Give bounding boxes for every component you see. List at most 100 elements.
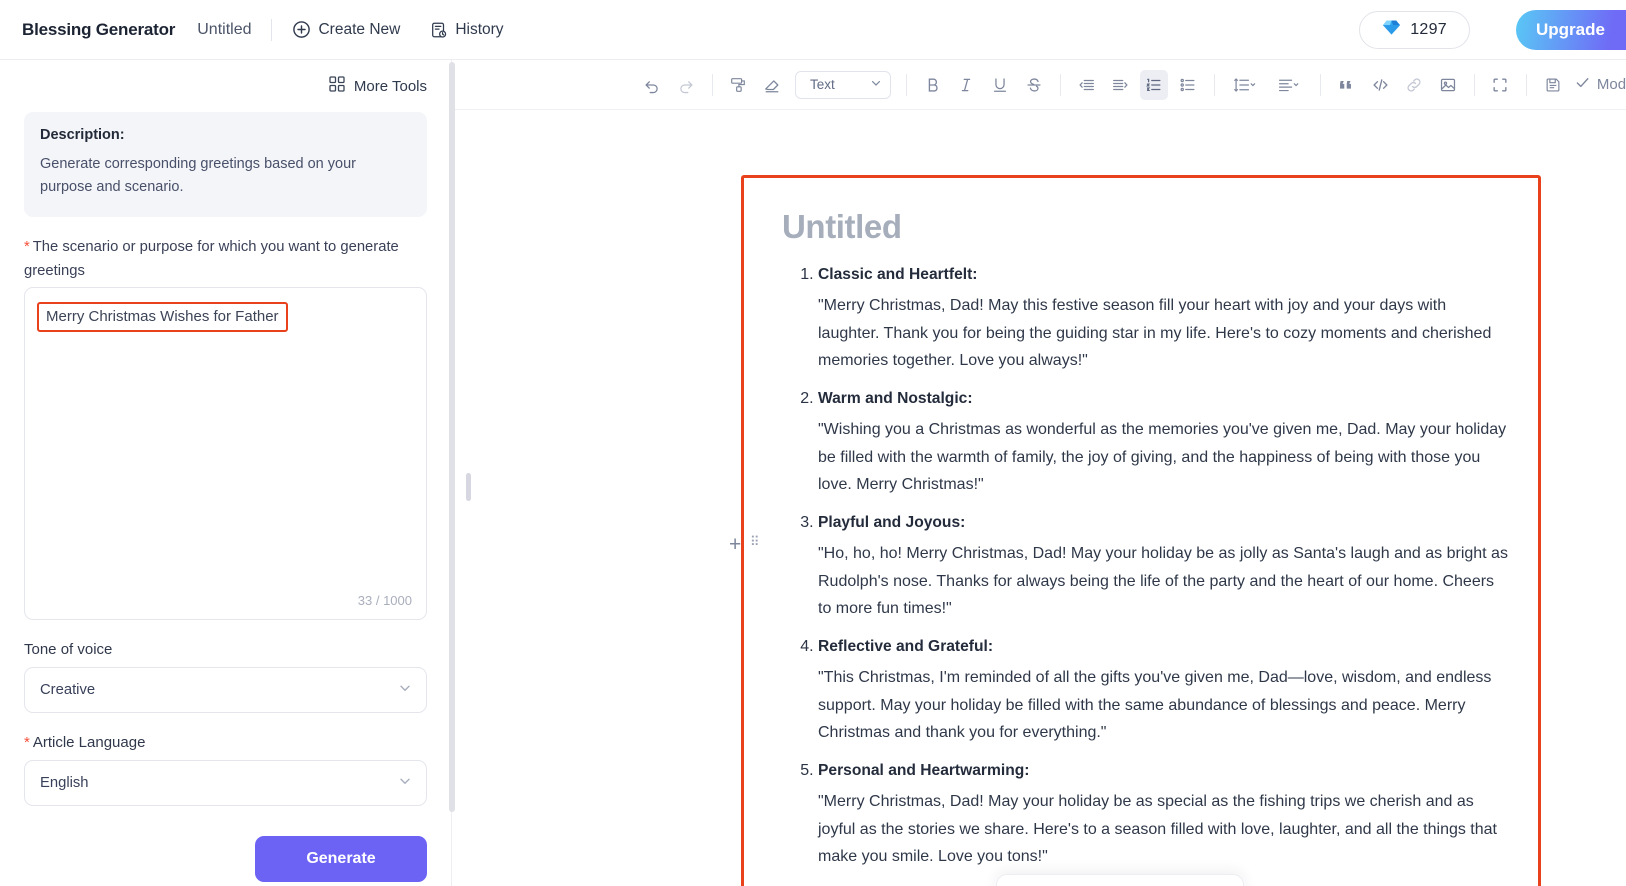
divider	[271, 18, 273, 41]
top-bar-right: 1297 Upgrade	[1359, 0, 1626, 60]
list-item-heading: Personal and Heartwarming:	[818, 761, 1030, 779]
description-box: Description: Generate corresponding gree…	[24, 112, 427, 217]
scenario-label-text: The scenario or purpose for which you wa…	[24, 238, 399, 279]
more-tools-button[interactable]: More Tools	[24, 60, 427, 112]
document-title[interactable]: Untitled	[782, 208, 1508, 246]
list-item-heading: Classic and Heartfelt:	[818, 266, 978, 283]
history-button[interactable]: History	[430, 20, 504, 39]
create-new-button[interactable]: Create New	[292, 20, 400, 39]
scenario-textarea-value[interactable]: Merry Christmas Wishes for Father	[37, 302, 288, 333]
language-select[interactable]: English	[24, 760, 427, 807]
eraser-icon[interactable]	[758, 70, 786, 100]
list-item-body: "This Christmas, I'm reminded of all the…	[818, 669, 1492, 742]
scenario-textarea[interactable]: Merry Christmas Wishes for Father 33 / 1…	[24, 287, 427, 621]
left-form-panel: More Tools Description: Generate corresp…	[0, 60, 452, 886]
list-item-body: "Merry Christmas, Dad! May this festive …	[818, 297, 1492, 370]
history-label: History	[455, 20, 504, 38]
app-title: Blessing Generator	[22, 19, 176, 39]
upgrade-button[interactable]: Upgrade	[1516, 10, 1626, 50]
editor-area: Text Mod + ⠿ Untitled 1. Classic and Hea…	[453, 60, 1626, 886]
list-item-body: "Merry Christmas, Dad! May your holiday …	[818, 793, 1497, 866]
bullet-list-icon[interactable]	[1174, 70, 1202, 100]
line-height-icon[interactable]	[1227, 70, 1265, 100]
format-paint-icon[interactable]	[724, 70, 752, 100]
list-item-heading: Playful and Joyous:	[818, 513, 966, 531]
document-name[interactable]: Untitled	[197, 21, 251, 39]
language-select-value: English	[40, 775, 89, 792]
editor-toolbar: Text Mod	[453, 60, 1626, 110]
check-icon	[1574, 74, 1591, 95]
chevron-down-icon	[398, 681, 412, 700]
code-icon[interactable]	[1366, 70, 1394, 100]
bold-icon[interactable]	[919, 70, 947, 100]
generate-label: Generate	[306, 850, 376, 868]
divider	[711, 73, 713, 96]
outdent-icon[interactable]	[1073, 70, 1101, 100]
generate-row: Generate	[24, 836, 427, 883]
list-item-body: "Ho, ho, ho! Merry Christmas, Dad! May y…	[818, 545, 1508, 618]
list-item-heading: Reflective and Grateful:	[818, 637, 994, 655]
bottom-action-sheet[interactable]	[996, 874, 1244, 886]
tone-select[interactable]: Creative	[24, 667, 427, 714]
image-icon[interactable]	[1434, 70, 1462, 100]
divider	[1473, 73, 1475, 96]
more-tools-label: More Tools	[353, 77, 427, 95]
list-item-heading: Warm and Nostalgic:	[818, 389, 973, 407]
chevron-down-icon	[398, 774, 412, 793]
divider	[1319, 73, 1321, 96]
strikethrough-icon[interactable]	[1020, 70, 1048, 100]
document-card[interactable]: Untitled Classic and Heartfelt: "Merry C…	[741, 175, 1541, 886]
chevron-down-icon	[870, 77, 882, 92]
grid-icon	[329, 75, 345, 97]
list-item[interactable]: Personal and Heartwarming: "Merry Christ…	[818, 756, 1508, 871]
description-text: Generate corresponding greetings based o…	[40, 156, 356, 196]
generate-button[interactable]: Generate	[255, 836, 427, 883]
top-bar: Blessing Generator Untitled Create New H…	[0, 0, 1626, 60]
redo-icon[interactable]	[672, 70, 700, 100]
save-icon[interactable]	[1539, 70, 1567, 100]
text-style-select[interactable]: Text	[794, 70, 891, 99]
tone-select-value: Creative	[40, 682, 96, 699]
language-field-label: * Article Language	[24, 734, 427, 751]
divider	[1526, 73, 1528, 96]
link-icon[interactable]	[1400, 70, 1428, 100]
panel-collapse-handle[interactable]	[466, 473, 471, 501]
undo-icon[interactable]	[638, 70, 666, 100]
fullscreen-icon[interactable]	[1487, 70, 1515, 100]
indent-icon[interactable]	[1106, 70, 1134, 100]
quote-icon[interactable]	[1333, 70, 1361, 100]
create-new-label: Create New	[318, 20, 401, 38]
document-shell: + ⠿ Untitled Classic and Heartfelt: "Mer…	[453, 110, 1626, 886]
modify-button[interactable]: Mod	[1574, 74, 1626, 95]
plus-icon[interactable]: +	[729, 534, 741, 555]
drag-dots-icon[interactable]: ⠿	[750, 535, 761, 548]
blessing-list: Classic and Heartfelt: "Merry Christmas,…	[774, 260, 1508, 871]
list-item[interactable]: Warm and Nostalgic: "Wishing you a Chris…	[818, 384, 1508, 499]
list-item[interactable]: Reflective and Grateful: "This Christmas…	[818, 632, 1508, 747]
align-icon[interactable]	[1270, 70, 1308, 100]
description-title: Description:	[40, 127, 125, 143]
required-asterisk: *	[24, 238, 30, 255]
required-asterisk: *	[24, 734, 30, 752]
left-panel-scrollbar[interactable]	[449, 62, 455, 812]
ordered-list-icon[interactable]	[1140, 69, 1169, 100]
modify-label: Mod	[1596, 76, 1626, 93]
upgrade-label: Upgrade	[1536, 20, 1605, 39]
list-item[interactable]: Playful and Joyous: "Ho, ho, ho! Merry C…	[818, 508, 1508, 623]
italic-icon[interactable]	[953, 70, 981, 100]
credits-count: 1297	[1410, 21, 1447, 38]
text-style-value: Text	[809, 77, 835, 92]
scenario-field-label: * The scenario or purpose for which you w…	[24, 236, 427, 283]
credits-button[interactable]: 1297	[1359, 11, 1470, 49]
divider	[1059, 73, 1061, 96]
plus-circle-icon	[292, 20, 311, 39]
list-item[interactable]: Classic and Heartfelt: "Merry Christmas,…	[818, 260, 1508, 375]
divider	[905, 73, 907, 96]
diamond-icon	[1382, 19, 1401, 41]
list-item-body: "Wishing you a Christmas as wonderful as…	[818, 421, 1507, 494]
language-label-text: Article Language	[32, 734, 146, 752]
history-icon	[430, 21, 448, 39]
tone-field-label: Tone of voice	[24, 641, 113, 659]
underline-icon[interactable]	[986, 70, 1014, 100]
divider	[1213, 73, 1215, 96]
